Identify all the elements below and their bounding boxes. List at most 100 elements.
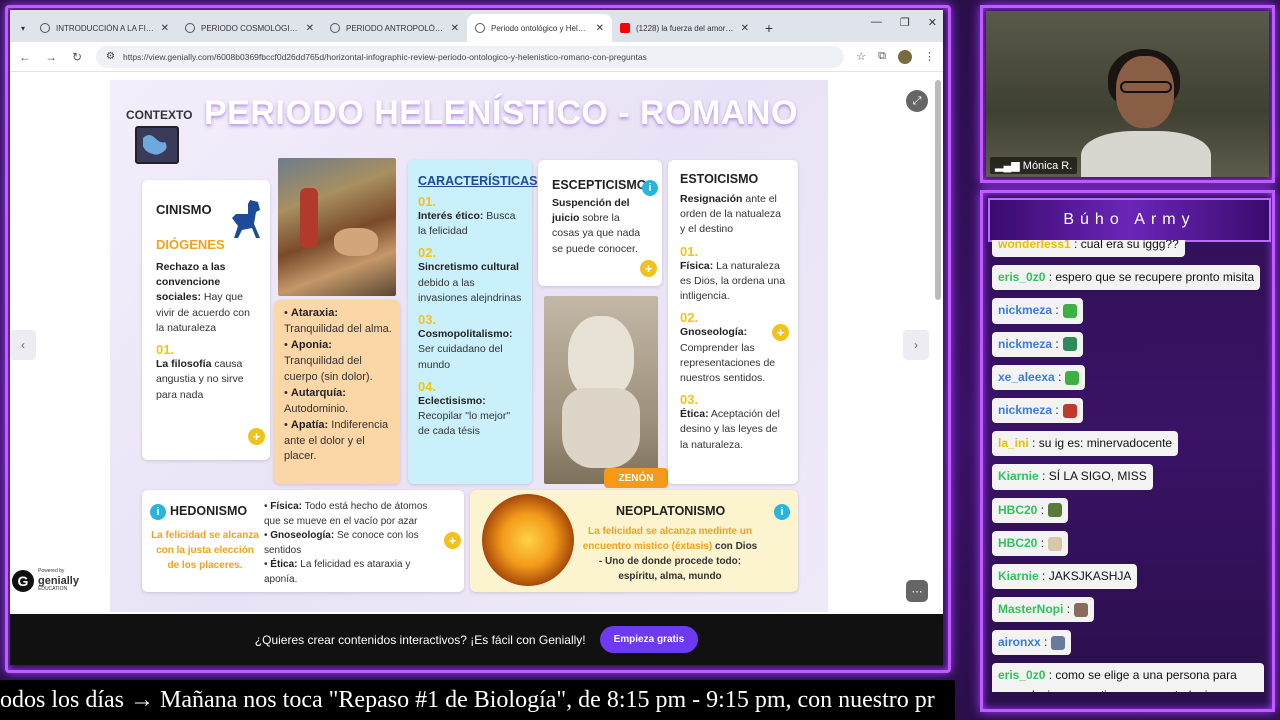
- close-window-icon[interactable]: ✕: [928, 16, 937, 29]
- address-bar[interactable]: ⚙ https://view.genially.com/6008b0369fbc…: [96, 45, 845, 68]
- autarquia-item: • Autarquía: Autodominio.: [284, 386, 349, 415]
- escepticismo-card: ESCEPTICISMO Suspención del juicio sobre…: [538, 160, 662, 286]
- page-content: CONTEXTO PERIODO HELENÍSTICO - ROMANO CI…: [10, 72, 943, 665]
- close-tab-icon[interactable]: ✕: [451, 23, 459, 34]
- tab-youtube[interactable]: (1228) la fuerza del amor - You ✕: [612, 14, 757, 42]
- maximize-icon[interactable]: ❐: [900, 16, 910, 29]
- tab-bar: ▾ INTRODUCCIÓN A LA FILOSOFÍ ✕ PERIODO CO…: [10, 10, 943, 42]
- plus-button[interactable]: +: [640, 260, 657, 277]
- chat-text: :: [1066, 602, 1071, 617]
- chat-message: Kiarnie : JAKSJKASHJA: [990, 562, 1270, 595]
- sincretismo-item: Sincretismo cultural debido a las invasi…: [418, 261, 522, 304]
- chat-message: nickmeza :: [990, 330, 1270, 363]
- forward-arrow-icon[interactable]: →: [44, 50, 58, 64]
- chat-username[interactable]: Kiarnie: [998, 469, 1039, 483]
- close-tab-icon[interactable]: ✕: [596, 23, 604, 34]
- caracteristicas-title: CARACTERÍSTICAS: [418, 174, 538, 188]
- tab-intro-filosofia[interactable]: INTRODUCCIÓN A LA FILOSOFÍ ✕: [32, 14, 177, 42]
- plus-button[interactable]: +: [772, 324, 789, 341]
- webcam-feed: ▂▄▆ Mónica R.: [986, 11, 1269, 177]
- minimize-icon[interactable]: —: [871, 16, 882, 29]
- hedonismo-gnoseologia: • Gnoseología: Se conoce con los sentido…: [264, 530, 419, 556]
- info-button[interactable]: i: [774, 504, 790, 520]
- chat-username[interactable]: nickmeza: [998, 303, 1052, 317]
- escepticismo-text: Suspención del juicio sobre la cosas ya …: [552, 197, 641, 255]
- profile-avatar[interactable]: [898, 49, 912, 64]
- url-text: https://view.genially.com/6008b0369fbccf…: [122, 51, 647, 62]
- chat-message: wonderless1 : cual era su iggg??: [990, 240, 1270, 263]
- bookmark-star-icon[interactable]: ☆: [856, 50, 866, 63]
- chat-username[interactable]: Kiarnie: [998, 569, 1039, 583]
- zenon-label: ZENÓN: [604, 468, 668, 488]
- cinismo-card: CINISMO DIÓGENES Rechazo a las convencio…: [142, 180, 270, 460]
- tab-title: Periodo ontológico y Helenístic: [491, 23, 590, 33]
- close-tab-icon[interactable]: ✕: [306, 23, 314, 34]
- emote-icon: [1062, 337, 1077, 352]
- gnoseologia-item: Gnoseología: Comprender las representaci…: [680, 326, 776, 384]
- hedonismo-list: • Física: Todo está hecho de átomos que …: [264, 500, 442, 587]
- tab-antropologico[interactable]: PERIODO ANTROPOLÓGICO | G ✕: [322, 14, 467, 42]
- chat-username[interactable]: MasterNopi: [998, 602, 1063, 616]
- cinismo-text-2: La filosofía causa angustia y no sirve p…: [156, 358, 244, 401]
- chat-bubble: nickmeza :: [992, 298, 1083, 324]
- info-button[interactable]: i: [642, 180, 658, 196]
- globe-icon: [185, 23, 195, 33]
- chat-message: HBC20 :: [990, 529, 1270, 562]
- chat-username[interactable]: eris_0z0: [998, 270, 1045, 284]
- start-free-button[interactable]: Empieza gratis: [599, 626, 699, 653]
- menu-dots-icon[interactable]: ⋮: [924, 50, 935, 63]
- chat-bubble: aironxx :: [992, 630, 1072, 656]
- chat-message: nickmeza :: [990, 296, 1270, 329]
- prev-slide-arrow[interactable]: ‹: [10, 330, 36, 360]
- more-options-icon[interactable]: ⋯: [906, 580, 928, 602]
- tab-cosmologico[interactable]: PERIODO COSMOLÓGICO | Ge ✕: [177, 14, 322, 42]
- stream-layout: ▾ INTRODUCCIÓN A LA FILOSOFÍ ✕ PERIODO CO…: [0, 0, 1280, 720]
- chat-message: xe_aleexa :: [990, 363, 1270, 396]
- chat-username[interactable]: HBC20: [998, 503, 1037, 517]
- youtube-icon: [620, 23, 630, 33]
- close-tab-icon[interactable]: ✕: [741, 23, 749, 34]
- emote-icon: [1065, 370, 1080, 385]
- scrollbar[interactable]: [935, 80, 941, 300]
- info-button[interactable]: i: [150, 504, 166, 520]
- chat-username[interactable]: eris_0z0: [998, 668, 1045, 682]
- site-info-icon[interactable]: ⚙: [106, 51, 115, 62]
- emote-icon: [1074, 602, 1089, 617]
- promo-text: ¿Quieres crear contenidos interactivos? …: [254, 632, 586, 647]
- chat-username[interactable]: nickmeza: [998, 337, 1052, 351]
- chat-message: nickmeza :: [990, 396, 1270, 429]
- chat-username[interactable]: HBC20: [998, 536, 1037, 550]
- world-map-icon[interactable]: [135, 126, 179, 164]
- tab-ontologico-active[interactable]: Periodo ontológico y Helenístic ✕: [467, 14, 612, 42]
- page-title: PERIODO HELENÍSTICO - ROMANO: [204, 94, 798, 132]
- tab-search-icon[interactable]: ▾: [14, 14, 32, 42]
- genially-logo[interactable]: G Powered by genially EDUCATION: [12, 568, 79, 592]
- chat-message: Kiarnie : SÍ LA SIGO, MISS: [990, 462, 1270, 495]
- chat-username[interactable]: xe_aleexa: [998, 370, 1055, 384]
- back-arrow-icon[interactable]: ←: [18, 50, 32, 64]
- chat-username[interactable]: la_ini: [998, 436, 1029, 450]
- context-label: CONTEXTO: [126, 108, 193, 122]
- new-tab-button[interactable]: +: [757, 14, 781, 42]
- chat-text: :: [1055, 402, 1059, 417]
- glasses: [1120, 81, 1172, 93]
- plus-button[interactable]: +: [444, 532, 461, 549]
- chat-text: : cual era su iggg??: [1074, 240, 1179, 251]
- chat-username[interactable]: nickmeza: [998, 403, 1052, 417]
- close-tab-icon[interactable]: ✕: [161, 23, 169, 34]
- sun-image: [482, 494, 574, 586]
- plus-button[interactable]: +: [248, 428, 265, 445]
- hedonismo-fisica: • Física: Todo está hecho de átomos que …: [264, 501, 428, 527]
- chat-message: la_ini : su ig es: minervadocente: [990, 429, 1270, 462]
- chat-username[interactable]: aironxx: [998, 635, 1041, 649]
- fullscreen-icon[interactable]: ⤢: [906, 90, 928, 112]
- next-slide-arrow[interactable]: ›: [903, 330, 929, 360]
- chat-text: : espero que se recupere pronto misita: [1048, 270, 1255, 285]
- globe-icon: [330, 23, 340, 33]
- estoicismo-card: ESTOICISMO Resignación ante el orden de …: [668, 160, 798, 484]
- chat-username[interactable]: wonderless1: [998, 240, 1071, 251]
- reload-icon[interactable]: ↻: [70, 50, 84, 64]
- cinismo-text-1: Rechazo a las convencione sociales: Hay …: [156, 261, 250, 334]
- diogenes-painting: [278, 158, 396, 296]
- extensions-icon[interactable]: ⧉: [878, 50, 886, 63]
